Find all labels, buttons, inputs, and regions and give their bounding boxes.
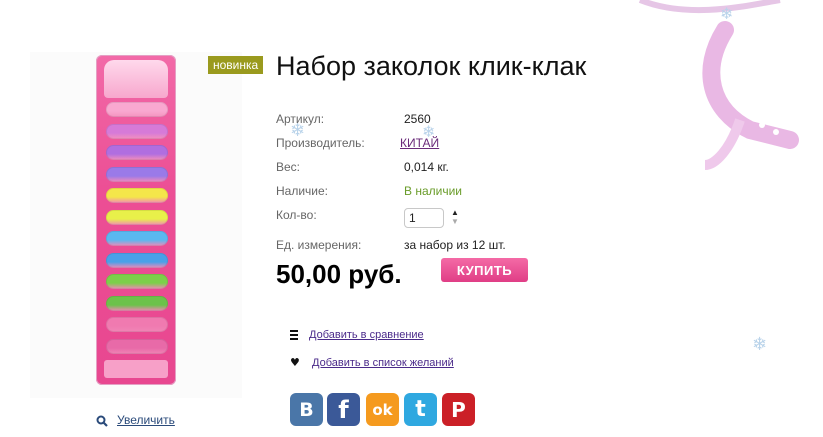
snowflake-icon: ❄ [752,334,768,355]
hair-clip [106,209,168,225]
weight-label: Вес: [276,160,301,174]
product-title: Набор заколок клик-клак [276,51,587,81]
quantity-input[interactable] [404,208,444,228]
sku-label: Артикул: [276,112,325,126]
hair-clip [106,231,168,246]
product-package-header [104,60,168,98]
pinterest-glyph: P [451,397,466,422]
compare-icon [290,330,298,340]
unit-label: Ед. измерения: [276,238,362,252]
product-price: 50,00 руб. [276,259,402,289]
manufacturer-label: Производитель: [276,136,365,150]
facebook-icon[interactable]: f [327,393,360,426]
hair-clip [106,188,168,203]
hair-clip [106,145,168,160]
quantity-label: Кол-во: [276,208,317,222]
pinterest-icon[interactable]: P [442,393,475,426]
twitter-glyph: t [415,397,426,422]
weight-value: 0,014 кг. [404,160,449,174]
odnoklassniki-icon[interactable]: ok [366,393,399,426]
facebook-glyph: f [338,395,349,424]
hair-clip [106,123,168,139]
vk-glyph: B [299,398,314,421]
hair-clip [106,102,168,117]
quantity-up-icon[interactable]: ▲ [451,209,459,217]
magnifier-icon [96,415,108,427]
vk-icon[interactable]: B [290,393,323,426]
decorative-ribbon [638,0,799,170]
hair-clip [106,252,168,268]
buy-button[interactable]: КУПИТЬ [441,258,528,282]
twitter-icon[interactable]: t [404,393,437,426]
sku-value: 2560 [404,112,431,126]
snowflake-icon: ❄ [720,4,734,23]
unit-value: за набор из 12 шт. [404,238,506,252]
add-to-wishlist-link[interactable]: Добавить в список желаний [312,357,454,369]
manufacturer-link[interactable]: КИТАЙ [400,136,439,150]
add-to-compare-link[interactable]: Добавить в сравнение [309,329,424,341]
hair-clip [106,166,168,182]
heart-icon: ♥ [290,356,300,369]
hair-clip [106,274,168,289]
new-badge: новинка [208,56,264,74]
product-package-footer [104,360,168,378]
hair-clip [106,295,168,311]
hair-clip [106,317,168,332]
availability-label: Наличие: [276,184,329,198]
hair-clip [106,338,168,354]
odnoklassniki-glyph: ok [372,400,393,419]
quantity-down-icon[interactable]: ▼ [451,218,459,226]
availability-value: В наличии [404,184,463,198]
zoom-link[interactable]: Увеличить [117,413,175,427]
